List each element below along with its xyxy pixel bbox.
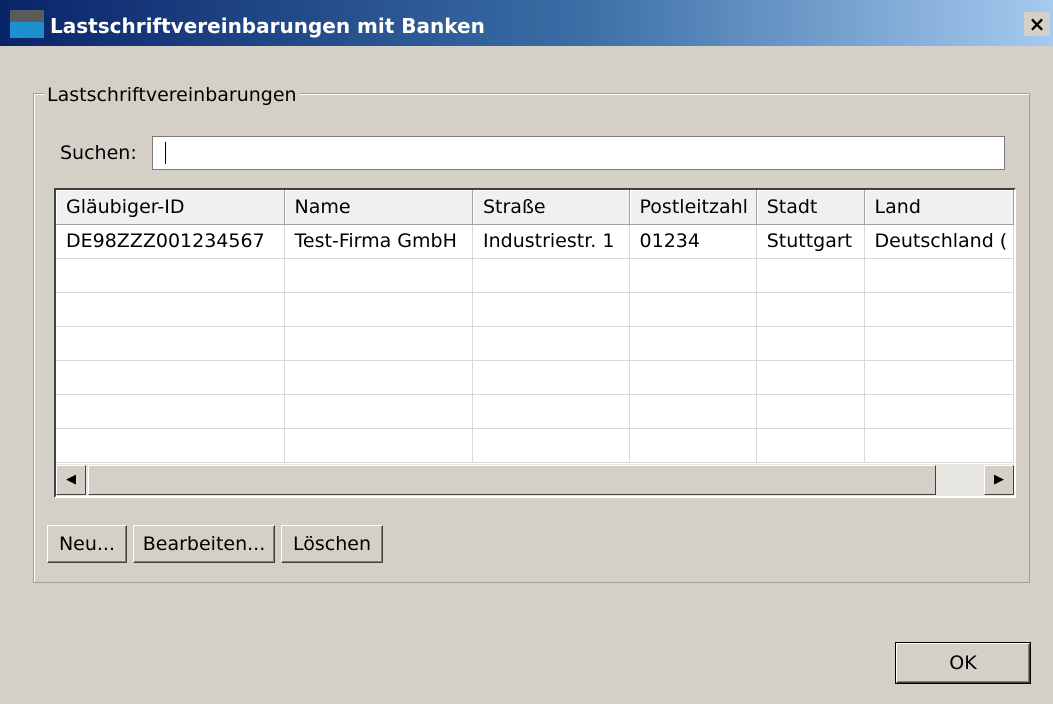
app-icon[interactable] [10, 10, 44, 38]
text-caret [165, 142, 166, 164]
table-header-row: Gläubiger-ID Name Straße Postleitzahl St… [56, 190, 1014, 225]
cell-postleitzahl: 01234 [629, 224, 757, 259]
scroll-right-icon[interactable]: ▶ [984, 465, 1014, 495]
search-input[interactable] [152, 136, 1005, 170]
horizontal-scrollbar[interactable]: ◀ ▶ [56, 464, 1014, 496]
search-label: Suchen: [60, 142, 137, 164]
delete-button[interactable]: Löschen [281, 525, 383, 563]
empty-table-row[interactable] [56, 360, 1014, 395]
cell-name: Test-Firma GmbH [284, 224, 473, 259]
column-header-land[interactable]: Land [864, 190, 1014, 225]
empty-table-row[interactable] [56, 258, 1014, 293]
edit-button[interactable]: Bearbeiten... [133, 525, 275, 563]
new-button[interactable]: Neu... [47, 525, 127, 563]
ok-button[interactable]: OK [895, 642, 1031, 684]
empty-table-row[interactable] [56, 428, 1014, 463]
column-header-strasse[interactable]: Straße [472, 190, 630, 225]
cell-strasse: Industriestr. 1 [472, 224, 630, 259]
scroll-left-icon[interactable]: ◀ [56, 465, 86, 495]
empty-table-row[interactable] [56, 326, 1014, 361]
column-header-stadt[interactable]: Stadt [756, 190, 865, 225]
cell-stadt: Stuttgart [756, 224, 865, 259]
empty-table-row[interactable] [56, 292, 1014, 327]
groupbox-legend: Lastschriftvereinbarungen [44, 84, 300, 106]
cell-land: Deutschland ( [864, 224, 1014, 259]
empty-table-row[interactable] [56, 394, 1014, 429]
agreements-table[interactable]: Gläubiger-ID Name Straße Postleitzahl St… [54, 188, 1016, 498]
window-title: Lastschriftvereinbarungen mit Banken [50, 14, 485, 38]
table-row[interactable]: DE98ZZZ001234567 Test-Firma GmbH Industr… [56, 224, 1014, 259]
cell-glaeubiger-id: DE98ZZZ001234567 [56, 224, 285, 259]
column-header-postleitzahl[interactable]: Postleitzahl [629, 190, 757, 225]
column-header-name[interactable]: Name [284, 190, 473, 225]
title-bar: Lastschriftvereinbarungen mit Banken × [0, 0, 1053, 46]
column-header-glaeubiger-id[interactable]: Gläubiger-ID [56, 190, 285, 225]
close-button[interactable]: × [1024, 12, 1050, 36]
scrollbar-thumb[interactable] [88, 465, 936, 495]
